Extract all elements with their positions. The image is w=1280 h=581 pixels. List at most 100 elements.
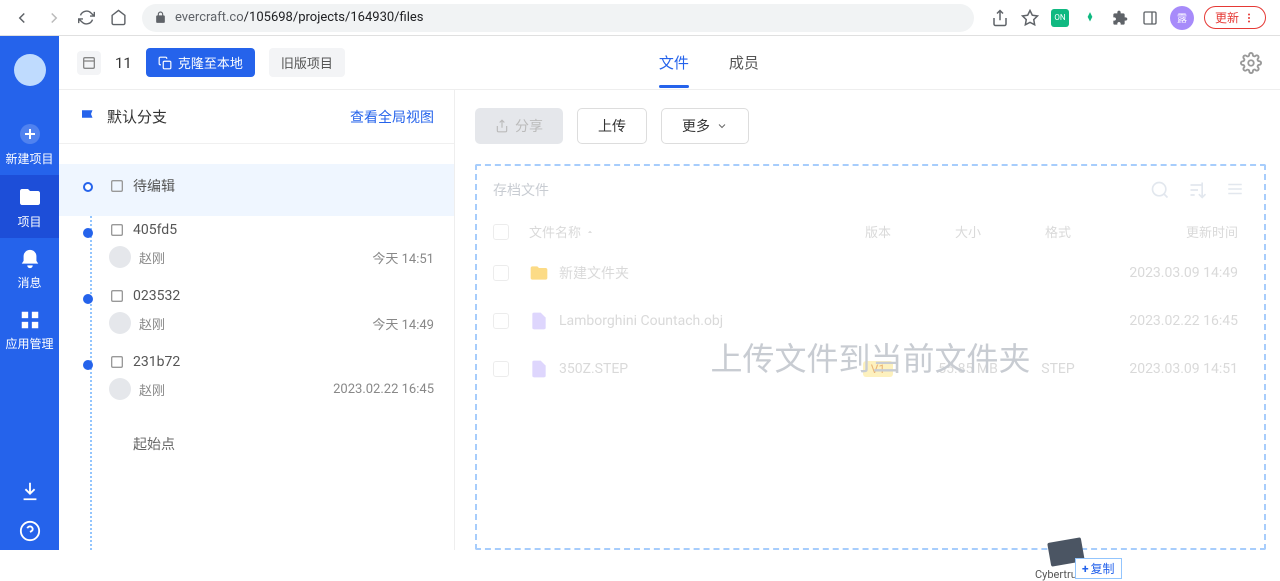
sidebar-item-label: 项目 [17,213,41,230]
browser-actions: ON 露 更新 [984,6,1272,30]
sidebar-item-label: 新建项目 [5,150,53,167]
global-view-link[interactable]: 查看全局视图 [350,107,434,127]
extension-icon[interactable] [1080,8,1100,28]
row-checkbox[interactable] [493,265,509,281]
commit-icon [109,222,125,238]
share-page-icon[interactable] [990,8,1010,28]
gear-icon [1240,52,1262,74]
sidebar-item-help[interactable] [0,510,59,550]
col-time[interactable]: 更新时间 [1098,222,1248,241]
sidebar-item-messages[interactable]: 消息 [0,238,59,299]
commit-label: 待编辑 [133,176,175,196]
col-version[interactable]: 版本 [838,222,918,241]
row-checkbox[interactable] [493,313,509,329]
copy-icon [158,56,172,70]
commit-hash: 231b72 [133,354,180,370]
download-icon [19,480,41,502]
start-point-label: 起始点 [83,414,434,454]
address-bar[interactable]: evercraft.co/105698/projects/164930/file… [142,4,974,32]
app-sidebar: 新建项目 项目 消息 应用管理 [0,36,59,550]
tabs: 文件 成员 [659,38,759,87]
share-icon [495,119,509,133]
project-number: 11 [115,54,132,72]
back-button[interactable] [8,4,36,32]
file-name: 新建文件夹 [559,263,629,283]
plus-icon: + [1082,562,1089,576]
commit-hash: 405fd5 [133,222,177,238]
share-button: 分享 [475,108,563,144]
edit-icon [109,178,125,194]
file-row[interactable]: 新建文件夹 2023.03.09 14:49 [487,249,1254,297]
commit-item[interactable]: 405fd5 赵刚 今天 14:51 [83,216,434,282]
reload-button[interactable] [72,4,100,32]
commit-time: 今天 14:51 [372,248,434,267]
sidebar-item-label: 消息 [17,274,41,291]
copy-tooltip: + 复制 [1075,558,1122,579]
bell-icon [19,248,41,270]
commit-dot [83,294,93,304]
lock-icon [154,11,167,24]
help-icon [19,520,41,542]
commit-dot [83,182,93,192]
commit-time: 今天 14:49 [372,314,434,333]
panel-icon[interactable] [1140,8,1160,28]
sort-asc-icon [585,227,595,237]
user-avatar [109,246,131,268]
commit-item[interactable]: 231b72 赵刚 2023.02.22 16:45 [83,348,434,414]
sort-icon[interactable] [1188,180,1208,200]
extensions-icon[interactable] [1110,8,1130,28]
clone-button[interactable]: 克隆至本地 [146,48,255,77]
folder-icon [18,185,42,209]
drop-zone[interactable]: 存档文件 上传文件到当前文件夹 文件名称 版本 大小 格式 更新时间 [475,164,1266,550]
table-header: 文件名称 版本 大小 格式 更新时间 [487,214,1254,249]
more-button[interactable]: 更多 [661,108,749,144]
archive-label: 存档文件 [487,180,1254,200]
forward-button[interactable] [40,4,68,32]
plus-circle-icon [18,122,42,146]
url-text: evercraft.co/105698/projects/164930/file… [175,10,424,25]
commit-dot [83,360,93,370]
file-time: 2023.03.09 14:49 [1098,265,1248,281]
action-row: 分享 上传 更多 [475,108,1266,144]
file-panel: 分享 上传 更多 存档文件 上传文件到当前文件夹 [455,90,1280,550]
sidebar-item-new[interactable]: 新建项目 [0,112,59,175]
update-button[interactable]: 更新 [1204,6,1266,29]
extension-icon[interactable]: ON [1050,8,1070,28]
commit-hash: 023532 [133,288,180,304]
sidebar-item-projects[interactable]: 项目 [0,175,59,238]
user-avatar [109,312,131,334]
folder-icon [529,263,549,283]
row-checkbox[interactable] [493,361,509,377]
tab-files[interactable]: 文件 [659,38,689,87]
menu-icon[interactable] [1226,180,1244,198]
project-topbar: 11 克隆至本地 旧版项目 文件 成员 [59,36,1280,90]
file-time: 2023.02.22 16:45 [1098,313,1248,329]
old-version-button[interactable]: 旧版项目 [269,48,345,77]
commit-author: 赵刚 [139,248,165,267]
col-size[interactable]: 大小 [918,222,1018,241]
profile-avatar[interactable]: 露 [1170,6,1194,30]
tab-members[interactable]: 成员 [729,38,759,87]
file-icon [529,359,549,379]
commit-author: 赵刚 [139,314,165,333]
upload-button[interactable]: 上传 [577,108,647,144]
col-name[interactable]: 文件名称 [529,222,838,241]
home-button[interactable] [104,4,132,32]
bookmark-star-icon[interactable] [1020,8,1040,28]
search-icon[interactable] [1150,180,1170,200]
commit-item[interactable]: 023532 赵刚 今天 14:49 [83,282,434,348]
commit-item[interactable]: 待编辑 [59,164,454,216]
file-icon [529,311,549,331]
sidebar-item-download[interactable] [0,470,59,510]
user-avatar[interactable] [14,54,46,86]
settings-button[interactable] [1240,52,1262,74]
col-format[interactable]: 格式 [1018,222,1098,241]
commit-icon [109,288,125,304]
chevron-down-icon [716,120,728,132]
flag-icon [79,108,97,126]
grid-icon [19,309,41,331]
branch-panel: 默认分支 查看全局视图 待编辑 [59,90,455,550]
sidebar-item-apps[interactable]: 应用管理 [0,299,59,360]
branch-title: 默认分支 [107,106,167,127]
select-all-checkbox[interactable] [493,224,509,240]
